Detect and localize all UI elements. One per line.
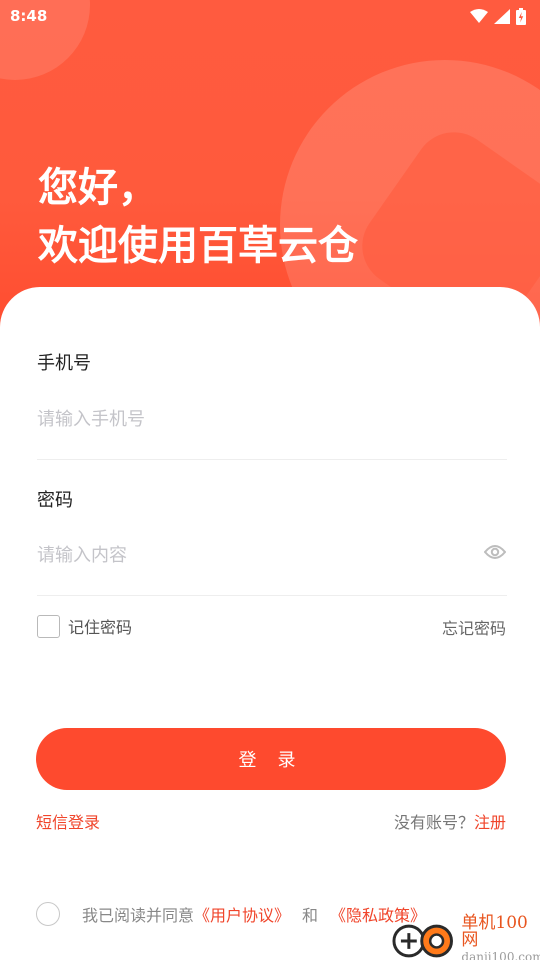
phone-label: 手机号 xyxy=(37,353,91,374)
login-button[interactable]: 登 录 xyxy=(36,728,506,790)
greeting-welcome: 欢迎使用百草云仓 xyxy=(38,223,358,269)
status-bar: 8:48 xyxy=(0,0,540,32)
status-icons xyxy=(470,7,526,25)
watermark-text: 单机100网 danji100.com xyxy=(461,915,540,960)
remember-password[interactable]: 记住密码 xyxy=(37,614,132,638)
watermark-title: 单机100网 xyxy=(461,913,528,950)
agreement-radio[interactable] xyxy=(36,902,60,926)
password-label: 密码 xyxy=(37,490,73,511)
forgot-password-link[interactable]: 忘记密码 xyxy=(442,615,506,639)
sms-login-link[interactable]: 短信登录 xyxy=(36,809,100,833)
login-card: 手机号 密码 记住密码 忘记密码 登 录 短信登录 没有账号？注册 我已阅读并同… xyxy=(0,287,540,960)
password-divider xyxy=(37,595,507,596)
register-prompt: 没有账号？ xyxy=(393,813,474,832)
watermark-logo-icon xyxy=(392,924,453,957)
remember-checkbox[interactable] xyxy=(37,614,60,638)
wifi-icon xyxy=(470,9,488,23)
battery-icon xyxy=(516,7,526,25)
register-row: 没有账号？注册 xyxy=(394,809,506,833)
password-input[interactable] xyxy=(37,535,467,575)
status-time: 8:48 xyxy=(10,7,48,25)
watermark: 单机100网 danji100.com xyxy=(390,915,540,960)
phone-input[interactable] xyxy=(37,399,467,439)
register-link[interactable]: 注册 xyxy=(474,813,506,832)
agreement-and: 和 xyxy=(302,906,319,925)
watermark-url: danji100.com xyxy=(461,950,540,960)
remember-label: 记住密码 xyxy=(68,618,133,637)
signal-icon xyxy=(494,8,510,24)
user-agreement-link[interactable]: 《用户协议》 xyxy=(194,902,290,926)
greeting: 您好， 欢迎使用百草云仓 xyxy=(38,160,358,276)
phone-divider xyxy=(37,459,507,460)
agreement-prefix: 我已阅读并同意 xyxy=(82,906,195,925)
agreement-row: 我已阅读并同意 《用户协议》 和 《隐私政策》 xyxy=(36,902,426,926)
greeting-hello: 您好， xyxy=(38,165,158,211)
eye-icon[interactable] xyxy=(484,544,506,560)
